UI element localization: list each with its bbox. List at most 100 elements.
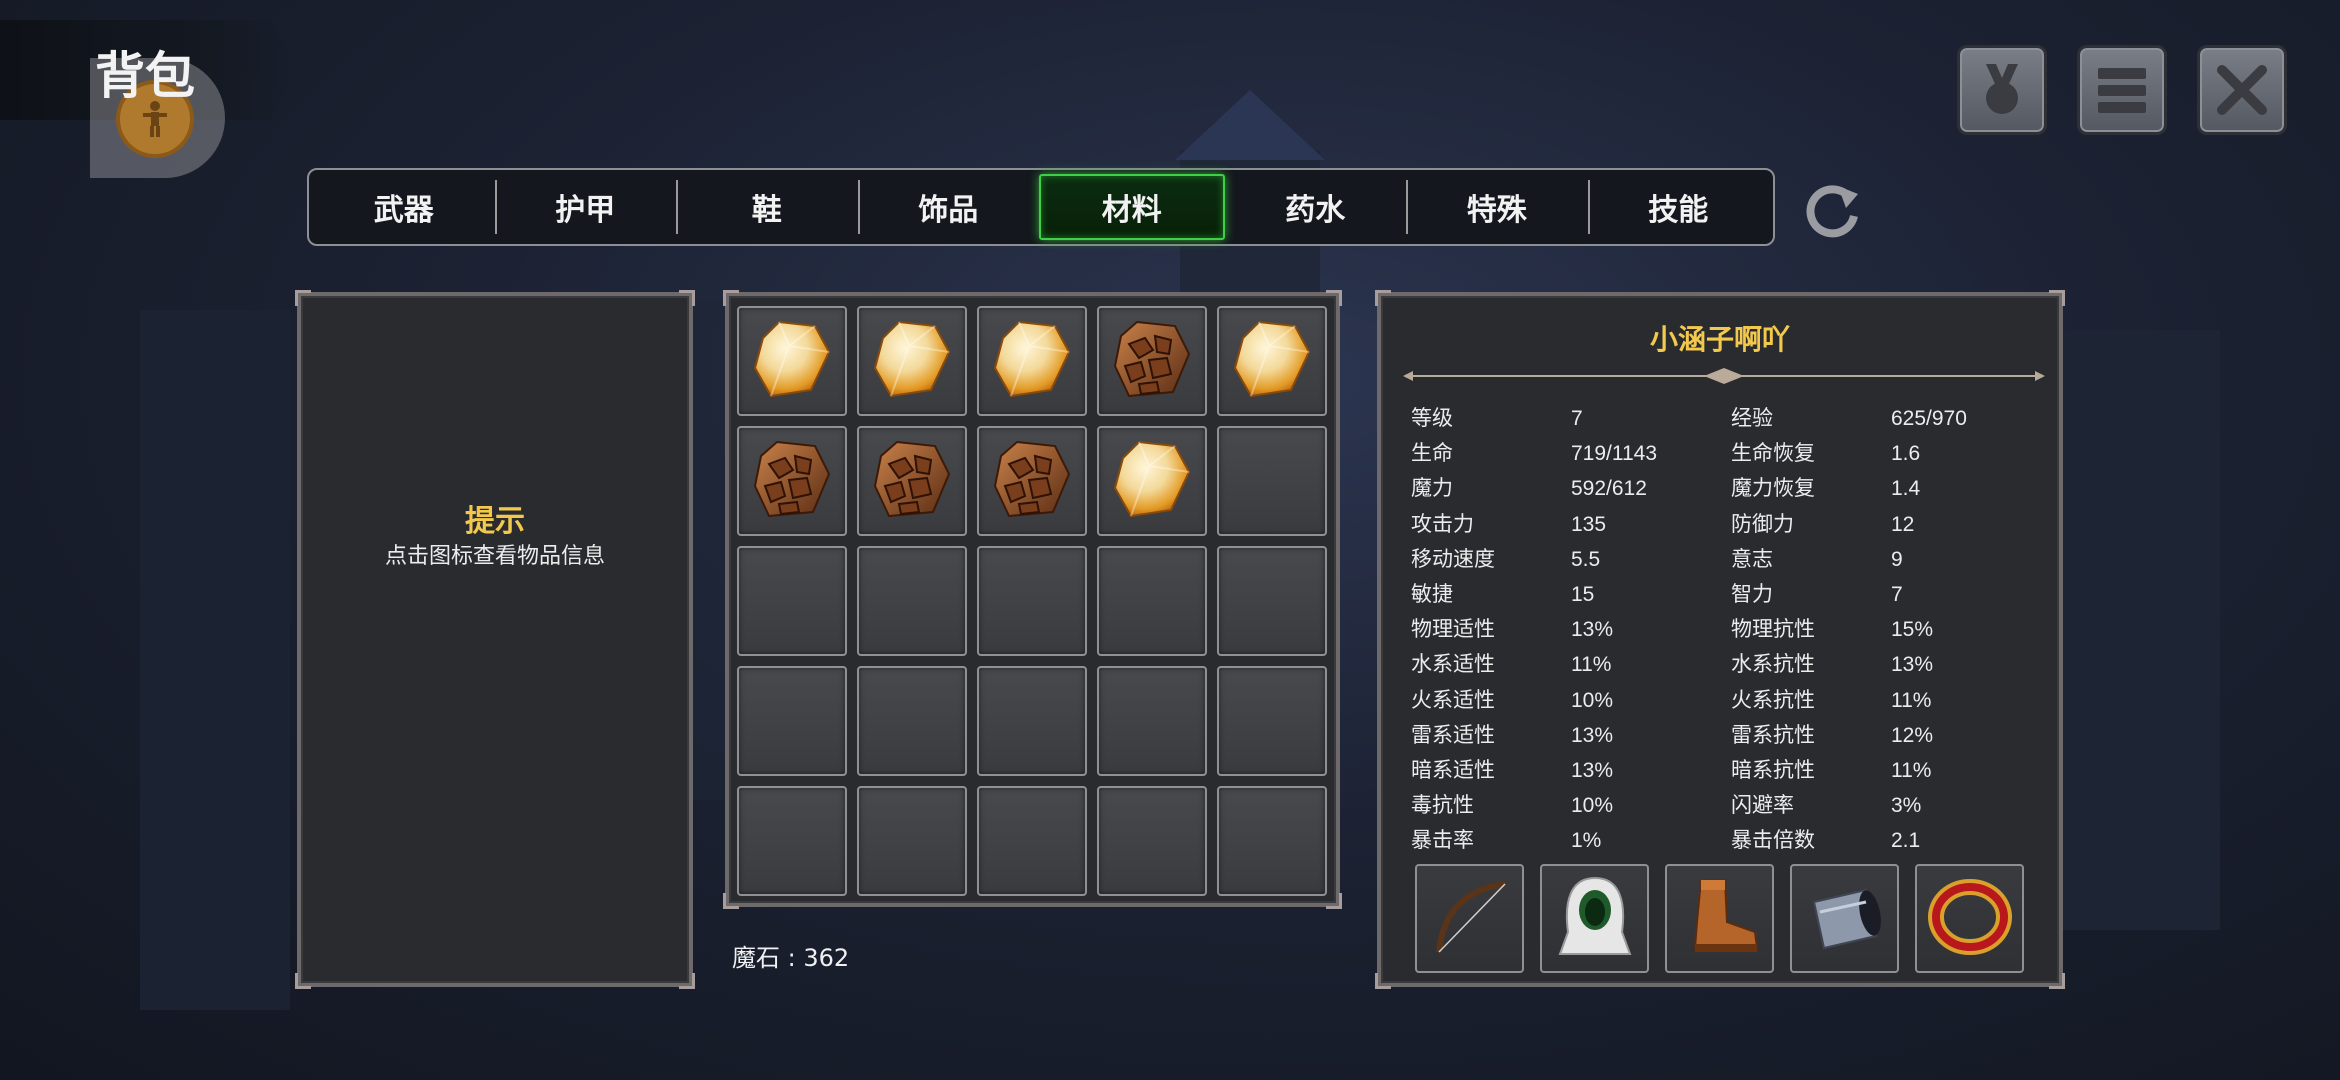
tab-armor[interactable]: 护甲 [494, 174, 677, 240]
inventory-slot-empty[interactable] [1097, 786, 1207, 896]
inventory-slot-empty[interactable] [857, 786, 967, 896]
inventory-slot-item[interactable] [737, 426, 847, 536]
inventory-slot-empty[interactable] [857, 666, 967, 776]
equipment-slot[interactable] [1415, 864, 1524, 973]
hint-title: 提示 [465, 504, 525, 539]
stat-value: 15 [1571, 582, 1595, 606]
inventory-slot-empty[interactable] [1097, 546, 1207, 656]
inventory-slot-empty[interactable] [737, 546, 847, 656]
stat-value: 12% [1891, 723, 1934, 747]
tab-materials[interactable]: 材料 [1039, 174, 1225, 240]
stat-label: 水系抗性 [1731, 653, 1815, 677]
stat-label: 雷系抗性 [1731, 723, 1815, 747]
medal-button[interactable] [1957, 45, 2047, 135]
item-info-panel: 提示 点击图标查看物品信息 [295, 290, 695, 989]
stat-value: 11% [1891, 758, 1932, 782]
crystal-icon [1229, 316, 1315, 406]
stat-label: 移动速度 [1411, 547, 1495, 571]
inventory-grid [737, 306, 1328, 896]
refresh-button[interactable] [1800, 176, 1866, 242]
ore-icon [1109, 316, 1195, 406]
stat-value: 10% [1571, 688, 1614, 712]
tab-special[interactable]: 特殊 [1406, 174, 1588, 240]
inventory-slot-item[interactable] [1097, 306, 1207, 416]
tab-weapons[interactable]: 武器 [313, 174, 495, 240]
inventory-slot-empty[interactable] [737, 786, 847, 896]
stat-label: 暴击率 [1411, 829, 1474, 853]
stat-label: 魔力恢复 [1731, 477, 1815, 501]
equipment-slot[interactable] [1790, 864, 1899, 973]
category-tabs: 武器 护甲 鞋 饰品 材料 药水 特殊 技能 [307, 168, 1775, 246]
crystal-icon [749, 316, 835, 406]
inventory-slot-empty[interactable] [1217, 546, 1327, 656]
tab-potions[interactable]: 药水 [1225, 174, 1407, 240]
stat-value: 7 [1571, 407, 1583, 430]
stat-value: 11% [1571, 653, 1612, 677]
inventory-slot-empty[interactable] [977, 546, 1087, 656]
character-name: 小涵子啊吖 [1649, 323, 1790, 356]
stat-label: 火系抗性 [1731, 688, 1815, 712]
menu-icon [2098, 68, 2146, 113]
menu-button[interactable] [2077, 45, 2167, 135]
inventory-slot-item[interactable] [857, 306, 967, 416]
stat-label: 暗系适性 [1411, 758, 1495, 782]
inventory-slot-item[interactable] [857, 426, 967, 536]
inventory-slot-empty[interactable] [977, 666, 1087, 776]
stat-label: 攻击力 [1411, 512, 1474, 536]
ring-icon [1925, 872, 2015, 966]
tab-skills[interactable]: 技能 [1587, 174, 1770, 240]
boots-icon [1675, 872, 1765, 966]
equipment-slot[interactable] [1665, 864, 1774, 973]
inventory-slot-empty[interactable] [1217, 666, 1327, 776]
ore-icon [749, 436, 835, 526]
inventory-panel [723, 290, 1342, 909]
crystal-icon [989, 316, 1075, 406]
crystal-icon [869, 316, 955, 406]
stat-value: 1.6 [1891, 442, 1921, 466]
stat-value: 135 [1571, 512, 1607, 536]
equipment-slot[interactable] [1915, 864, 2024, 973]
stat-label: 魔力 [1411, 477, 1453, 501]
inventory-slot-empty[interactable] [1217, 426, 1327, 536]
stat-label: 经验 [1731, 407, 1773, 430]
stat-label: 生命 [1411, 442, 1453, 466]
inventory-slot-item[interactable] [1217, 306, 1327, 416]
tab-accessories[interactable]: 饰品 [857, 174, 1040, 240]
hood-icon [1550, 872, 1640, 966]
stat-label: 防御力 [1731, 512, 1794, 536]
stat-label: 等级 [1411, 407, 1453, 430]
stat-label: 暗系抗性 [1731, 758, 1815, 782]
stat-label: 毒抗性 [1411, 794, 1474, 818]
inventory-slot-empty[interactable] [977, 786, 1087, 896]
crystal-icon [1109, 436, 1195, 526]
stat-value: 13% [1571, 618, 1614, 642]
bracer-icon [1800, 872, 1890, 966]
inventory-slot-item[interactable] [1097, 426, 1207, 536]
inventory-slot-empty[interactable] [857, 546, 967, 656]
stat-value: 15% [1891, 618, 1934, 642]
hint-text: 点击图标查看物品信息 [384, 544, 605, 569]
inventory-slot-empty[interactable] [1097, 666, 1207, 776]
tab-shoes[interactable]: 鞋 [676, 174, 858, 240]
inventory-slot-item[interactable] [977, 306, 1087, 416]
inventory-slot-empty[interactable] [1217, 786, 1327, 896]
inventory-slot-item[interactable] [737, 306, 847, 416]
stat-value: 10% [1571, 794, 1614, 818]
inventory-slot-item[interactable] [977, 426, 1087, 536]
stat-value: 3% [1891, 794, 1922, 818]
stat-value: 11% [1891, 688, 1932, 712]
stat-value: 5.5 [1571, 547, 1601, 571]
equipment-slot[interactable] [1540, 864, 1649, 973]
stat-label: 智力 [1731, 582, 1773, 606]
close-button[interactable] [2197, 45, 2287, 135]
inventory-slot-empty[interactable] [737, 666, 847, 776]
ore-icon [989, 436, 1075, 526]
stat-value: 13% [1891, 653, 1934, 677]
stat-label: 水系适性 [1411, 653, 1495, 677]
magic-stone-count: 魔石 : 362 [732, 944, 850, 972]
stat-label: 物理抗性 [1731, 618, 1815, 642]
stat-label: 敏捷 [1411, 582, 1453, 606]
stat-label: 暴击倍数 [1731, 829, 1815, 853]
bow-icon [1425, 872, 1515, 966]
stat-value: 13% [1571, 723, 1614, 747]
